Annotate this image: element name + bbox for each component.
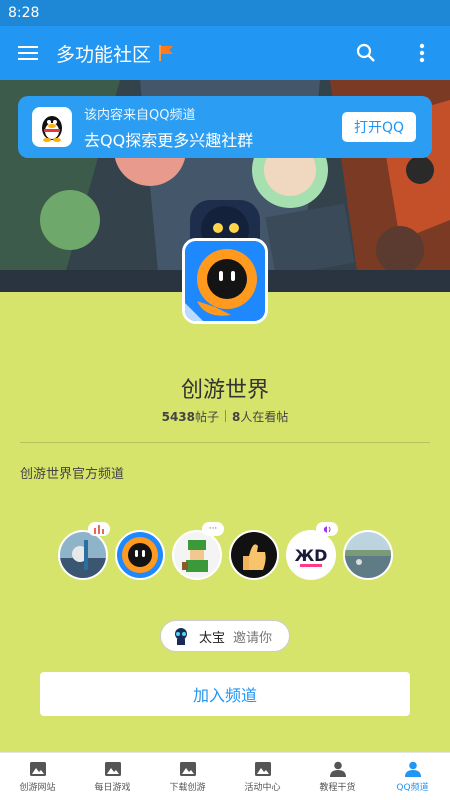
image-icon xyxy=(29,761,46,776)
tab-label: 教程干货 xyxy=(319,782,356,793)
status-time: 8:28 xyxy=(8,5,40,21)
tab-qq-channel[interactable]: QQ频道 xyxy=(375,753,450,800)
member-avatar[interactable] xyxy=(229,530,279,580)
inviter-avatar xyxy=(175,628,187,645)
tab-label: 创游网站 xyxy=(19,782,56,793)
tab-label: 每日游戏 xyxy=(94,782,131,793)
invite-chip: 太宝 邀请你 xyxy=(160,620,290,652)
channel-avatar xyxy=(182,238,268,324)
invite-text: 邀请你 xyxy=(233,630,273,646)
svg-text:ЖD: ЖD xyxy=(295,546,328,565)
online-label: 人在看帖 xyxy=(240,410,289,424)
more-vert-icon[interactable] xyxy=(394,26,450,80)
qq-promo-bar[interactable]: 该内容来自QQ频道 去QQ探索更多兴趣社群 打开QQ xyxy=(18,96,432,158)
search-icon[interactable] xyxy=(338,26,394,80)
voice-badge-icon xyxy=(316,522,338,536)
hamburger-icon[interactable] xyxy=(0,26,56,80)
qq-promo-message: 去QQ探索更多兴趣社群 xyxy=(84,130,254,150)
posts-label: 帖子 xyxy=(195,410,220,424)
bottom-nav: 创游网站 每日游戏 下载创游 活动中心 教程干货 QQ频道 xyxy=(0,752,450,800)
member-avatar[interactable] xyxy=(58,530,108,580)
person-icon xyxy=(404,761,421,777)
channel-stats: 5438帖子 8人在看帖 xyxy=(0,408,450,425)
page-title: 多功能社区 xyxy=(56,40,338,67)
tab-chuangyou-website[interactable]: 创游网站 xyxy=(0,753,75,800)
tab-events[interactable]: 活动中心 xyxy=(225,753,300,800)
tab-label: QQ频道 xyxy=(396,782,429,793)
member-avatar[interactable] xyxy=(343,530,393,580)
image-icon xyxy=(104,761,121,776)
tab-label: 活动中心 xyxy=(244,782,281,793)
page-title-text: 多功能社区 xyxy=(56,43,152,66)
channel-description: 创游世界官方频道 xyxy=(20,467,125,482)
open-qq-button[interactable]: 打开QQ xyxy=(342,112,416,142)
audio-badge-icon xyxy=(88,522,110,536)
inviter-name: 太宝 xyxy=(199,630,226,646)
qq-penguin-icon xyxy=(32,107,72,147)
tab-daily-games[interactable]: 每日游戏 xyxy=(75,753,150,800)
member-avatar[interactable] xyxy=(115,530,165,580)
posts-count: 5438 xyxy=(161,410,195,424)
channel-name: 创游世界 xyxy=(180,378,269,403)
tab-download[interactable]: 下载创游 xyxy=(150,753,225,800)
member-avatars: ··· ЖD xyxy=(58,522,398,582)
flag-icon xyxy=(159,45,174,61)
image-icon xyxy=(254,761,271,776)
app-bar: 多功能社区 xyxy=(0,26,450,80)
tab-label: 下载创游 xyxy=(169,782,206,793)
join-channel-button[interactable]: 加入频道 xyxy=(40,672,410,716)
chat-badge-icon: ··· xyxy=(202,522,224,536)
stats-divider xyxy=(225,410,227,422)
section-divider xyxy=(20,442,430,443)
member-avatar[interactable] xyxy=(172,530,222,580)
member-avatar[interactable]: ЖD xyxy=(286,530,336,580)
status-bar: 8:28 xyxy=(0,0,450,26)
person-icon xyxy=(329,761,346,777)
tab-tutorials[interactable]: 教程干货 xyxy=(300,753,375,800)
image-icon xyxy=(179,761,196,776)
qq-promo-source: 该内容来自QQ频道 xyxy=(84,107,196,123)
